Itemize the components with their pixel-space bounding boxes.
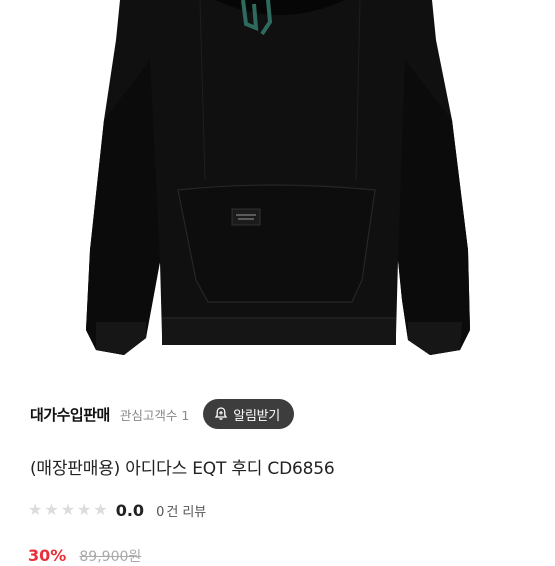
- star-icon: ★: [28, 500, 43, 519]
- star-icon: ★: [77, 500, 92, 519]
- rating-score: 0.0: [115, 500, 145, 520]
- product-title: (매장판매용) 아디다스 EQT 후디 CD6856: [30, 459, 335, 479]
- review-count[interactable]: 0 건 리뷰: [156, 501, 206, 520]
- price-row: 30% 89,900원: [28, 546, 141, 566]
- star-rating: ★ ★ ★ ★ ★: [28, 502, 110, 518]
- notify-button-label: 알림받기: [233, 408, 280, 424]
- product-image[interactable]: [0, 0, 555, 372]
- review-unit: 건: [166, 504, 179, 520]
- notify-button[interactable]: 알림받기: [203, 399, 294, 429]
- review-label: 리뷰: [182, 504, 207, 520]
- original-price: 89,900원: [79, 549, 142, 565]
- store-name[interactable]: 대가수입판매: [30, 404, 110, 425]
- follower-label: 관심고객수: [119, 407, 178, 423]
- hoodie-illustration: [86, 0, 470, 355]
- star-icon: ★: [60, 500, 76, 519]
- follower-number: 1: [181, 407, 190, 423]
- review-number: 0: [156, 504, 165, 520]
- follower-count: 관심고객수 1: [120, 405, 189, 424]
- star-icon: ★: [44, 500, 59, 519]
- store-row: 대가수입판매 관심고객수 1 알림받기: [30, 394, 530, 434]
- discount-rate: 30%: [28, 546, 67, 565]
- star-icon: ★: [93, 500, 108, 519]
- rating-row: ★ ★ ★ ★ ★ 0.0 0 건 리뷰: [28, 497, 206, 523]
- bell-plus-icon: [213, 406, 229, 422]
